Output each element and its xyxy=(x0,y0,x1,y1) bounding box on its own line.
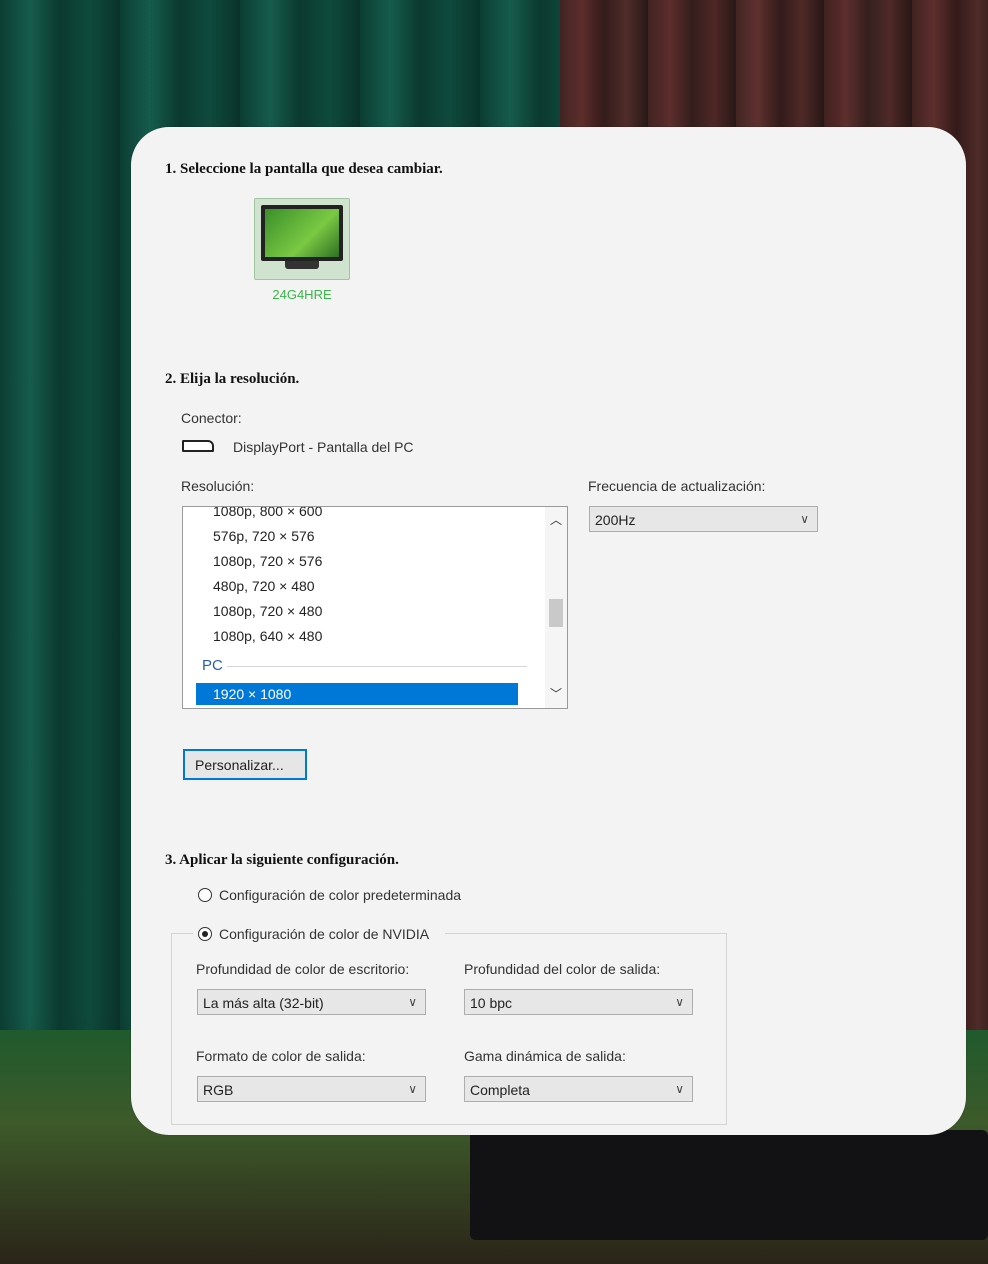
monitor-icon xyxy=(261,205,343,261)
section2-heading: 2. Elija la resolución. xyxy=(165,371,300,387)
selected-resolution: 1920 × 1080 xyxy=(213,686,292,702)
list-item[interactable]: 1080p, 720 × 480 xyxy=(213,603,322,619)
display-name[interactable]: 24G4HRE xyxy=(255,287,349,302)
scroll-up-icon[interactable]: ︿ xyxy=(549,513,563,527)
resolution-label: Resolución: xyxy=(181,478,255,494)
chevron-down-icon: ∨ xyxy=(675,1082,684,1096)
connector-label: Conector: xyxy=(181,410,242,426)
output-dynamic-range-label: Gama dinámica de salida: xyxy=(464,1048,626,1064)
displayport-icon xyxy=(182,440,214,452)
output-color-format-select[interactable]: RGB ∨ xyxy=(197,1076,426,1102)
list-scrollbar[interactable]: ︿ ﹀ xyxy=(545,507,567,708)
chevron-down-icon: ∨ xyxy=(408,1082,417,1096)
scroll-down-icon[interactable]: ﹀ xyxy=(549,687,563,701)
refresh-rate-value: 200Hz xyxy=(595,512,636,528)
list-item[interactable]: 1080p, 800 × 600 xyxy=(213,507,322,519)
list-item[interactable]: 1080p, 640 × 480 xyxy=(213,628,322,644)
monitor-stand xyxy=(470,1130,988,1240)
resolution-listbox[interactable]: 1080p, 800 × 600 576p, 720 × 576 1080p, … xyxy=(182,506,568,709)
radio-nvidia-color[interactable] xyxy=(198,927,212,941)
chevron-down-icon: ∨ xyxy=(675,995,684,1009)
radio-default-color[interactable] xyxy=(198,888,212,902)
list-item[interactable]: 576p, 720 × 576 xyxy=(213,528,315,544)
customize-button[interactable]: Personalizar... xyxy=(183,749,307,780)
chevron-down-icon: ∨ xyxy=(408,995,417,1009)
section1-heading: 1. Seleccione la pantalla que desea camb… xyxy=(165,161,443,177)
radio-default-color-label[interactable]: Configuración de color predeterminada xyxy=(219,887,461,903)
section3-heading: 3. Aplicar la siguiente configuración. xyxy=(165,852,399,868)
output-color-depth-label: Profundidad del color de salida: xyxy=(464,961,661,977)
refresh-rate-label: Frecuencia de actualización: xyxy=(588,478,766,494)
chevron-down-icon: ∨ xyxy=(800,512,809,526)
output-dynamic-range-select[interactable]: Completa ∨ xyxy=(464,1076,693,1102)
scrollbar-thumb[interactable] xyxy=(549,599,563,627)
display-thumbnail[interactable] xyxy=(254,198,350,280)
connector-value: DisplayPort - Pantalla del PC xyxy=(233,439,414,455)
output-color-format-label: Formato de color de salida: xyxy=(196,1048,366,1064)
desktop-color-depth-label: Profundidad de color de escritorio: xyxy=(196,961,410,977)
desktop-color-depth-select[interactable]: La más alta (32-bit) ∨ xyxy=(197,989,426,1015)
output-color-depth-select[interactable]: 10 bpc ∨ xyxy=(464,989,693,1015)
radio-nvidia-color-label[interactable]: Configuración de color de NVIDIA xyxy=(219,926,429,942)
nvidia-settings-panel: 1. Seleccione la pantalla que desea camb… xyxy=(131,127,966,1135)
list-item[interactable]: 480p, 720 × 480 xyxy=(213,578,315,594)
list-item[interactable]: 1080p, 720 × 576 xyxy=(213,553,322,569)
list-item-selected[interactable]: 1920 × 1080 xyxy=(196,683,518,705)
list-group-pc: PC xyxy=(202,657,223,674)
refresh-rate-select[interactable]: 200Hz ∨ xyxy=(589,506,818,532)
